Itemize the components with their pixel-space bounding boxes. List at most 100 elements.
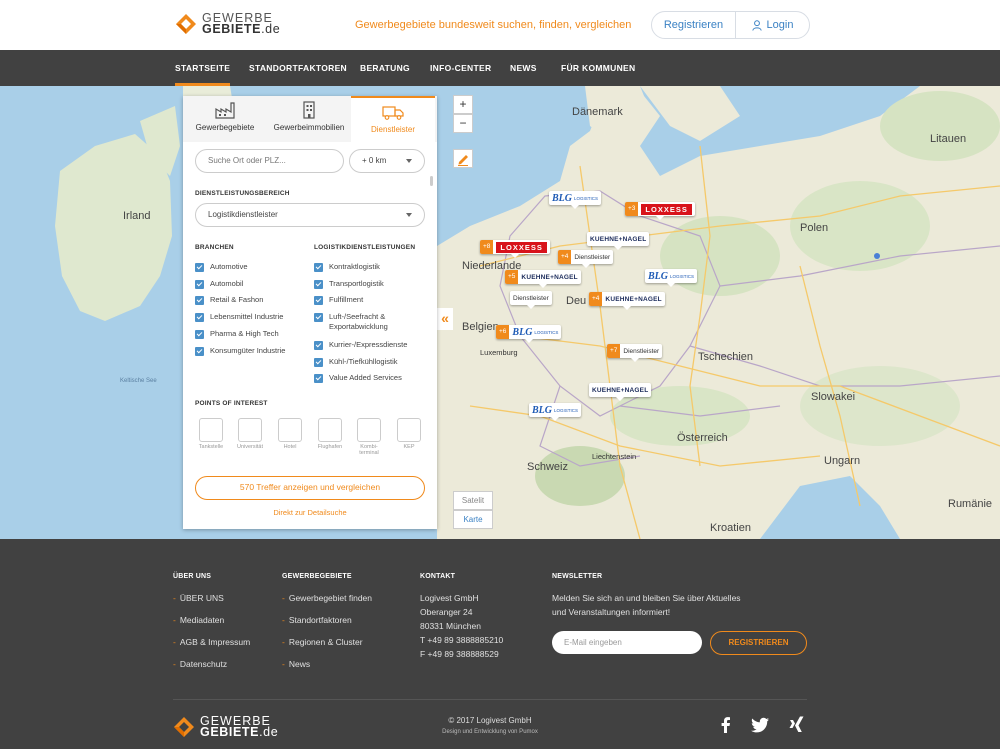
checkbox-retail[interactable]: Retail & Fashon <box>195 295 263 305</box>
nav-fuer-kommunen[interactable]: FÜR KOMMUNEN <box>561 50 635 86</box>
checkbox-automobil[interactable]: Automobil <box>195 279 243 289</box>
logo-word: GEBIETE <box>202 22 262 36</box>
twitter-icon[interactable] <box>750 715 770 735</box>
service-area-heading: DIENSTLEISTUNGSBEREICH <box>195 190 290 197</box>
country-irland: Irland <box>123 210 151 222</box>
blg-logo: BLG <box>532 404 552 416</box>
nav-news[interactable]: NEWS <box>510 50 537 86</box>
map-toggle[interactable]: Karte <box>453 510 493 529</box>
checkbox-transportlogistik[interactable]: Transportlogistik <box>314 279 384 289</box>
map-view[interactable]: Irland Dänemark Litauen Polen Niederland… <box>0 86 1000 539</box>
nav-beratung[interactable]: BERATUNG <box>360 50 410 86</box>
location-search-input[interactable]: Suche Ort oder PLZ... <box>195 149 344 173</box>
service-area-value: Logistikdienstleister <box>208 210 278 219</box>
map-marker[interactable]: +7 Dienstleister <box>607 344 663 362</box>
marker-count: +7 <box>607 344 621 358</box>
zoom-out-button[interactable]: − <box>453 114 473 133</box>
radius-select[interactable]: + 0 km <box>349 149 425 173</box>
contact-city: 80331 München <box>420 621 481 631</box>
tab-gewerbeimmobilien[interactable]: Gewerbeimmobilien <box>267 96 351 142</box>
footer-link-agb[interactable]: - AGB & Impressum <box>173 637 250 647</box>
checkbox-lebensmittel[interactable]: Lebensmittel Industrie <box>195 312 283 322</box>
tab-gewerbegebiete[interactable]: Gewerbegebiete <box>183 96 267 142</box>
blg-sub: LOGISTICS <box>554 407 579 413</box>
poi-tankstelle[interactable]: Tankstelle <box>197 418 225 450</box>
tab-dienstleister[interactable]: Dienstleister <box>351 96 435 142</box>
checkbox-value-added[interactable]: Value Added Services <box>314 373 402 383</box>
footer-logo[interactable]: GEWERBE GEBIETE.de <box>173 715 279 739</box>
map-marker[interactable]: BLG LOGISTICS <box>549 191 602 209</box>
checkbox-kontraktlogistik[interactable]: Kontraktlogistik <box>314 262 380 272</box>
map-marker[interactable]: +4 KUEHNE+NAGEL <box>589 292 665 310</box>
newsletter-register-button[interactable]: REGISTRIEREN <box>710 631 807 655</box>
map-marker[interactable]: KUEHNE+NAGEL <box>589 383 652 401</box>
site-logo[interactable]: GEWERBE GEBIETE.de <box>175 12 280 36</box>
poi-label: Flughafen <box>317 444 343 450</box>
map-marker[interactable]: +8 LOXXESS <box>480 240 550 258</box>
checkbox-automotive[interactable]: Automotive <box>195 262 248 272</box>
checkbox-luftfracht[interactable]: Luft-/Seefracht & Exportabwicklung <box>314 312 424 332</box>
poi-kombiterminal[interactable]: Kombi-terminal <box>355 418 383 456</box>
facebook-icon[interactable] <box>716 715 736 735</box>
collapse-panel-button[interactable]: « <box>437 308 453 330</box>
nav-info-center[interactable]: INFO-CENTER <box>430 50 491 86</box>
gas-station-icon <box>199 418 223 442</box>
nav-startseite[interactable]: STARTSEITE <box>175 50 231 86</box>
copyright: © 2017 Logivest GmbH <box>448 716 532 725</box>
map-marker[interactable]: +5 KUEHNE+NAGEL <box>505 270 581 288</box>
footer-link-regionen[interactable]: - Regionen & Cluster <box>282 637 363 647</box>
poi-flughafen[interactable]: Flughafen <box>316 418 344 450</box>
login-button[interactable]: Login <box>736 12 809 38</box>
poi-hotel[interactable]: Hotel <box>276 418 304 450</box>
map-marker[interactable]: +3 LOXXESS <box>625 202 695 220</box>
checkbox-pharma[interactable]: Pharma & High Tech <box>195 329 279 339</box>
map-marker[interactable]: KUEHNE+NAGEL <box>587 232 650 250</box>
poi-kep[interactable]: KEP <box>395 418 423 450</box>
checkbox-konsumgueter[interactable]: Konsumgüter Industrie <box>195 346 285 356</box>
design-credit[interactable]: Design und Entwicklung von Pumox <box>400 729 580 735</box>
country-deutschland: Deu <box>566 295 587 307</box>
newsletter-email-input[interactable]: E-Mail eingeben <box>552 631 702 654</box>
footer-link-gewerbegebiet-finden[interactable]: - Gewerbegebiet finden <box>282 593 372 603</box>
country-daenemark: Dänemark <box>572 106 623 118</box>
contact-phone[interactable]: T +49 89 3888885210 <box>420 635 503 645</box>
xing-icon[interactable] <box>787 715 807 735</box>
logo-mark-icon <box>176 14 196 34</box>
user-icon <box>751 19 762 31</box>
contact-company: Logivest GmbH <box>420 593 479 603</box>
show-results-button[interactable]: 570 Treffer anzeigen und vergleichen <box>195 476 425 500</box>
map-marker[interactable]: BLG LOGISTICS <box>529 403 582 421</box>
checkbox-fulfillment[interactable]: Fulfillment <box>314 295 363 305</box>
checkbox-label: Kontraktlogistik <box>329 262 380 271</box>
logo-line2: GEBIETE.de <box>200 725 279 739</box>
tab-label: Gewerbeimmobilien <box>273 123 345 132</box>
map-marker[interactable]: BLG LOGISTICS <box>645 269 698 287</box>
footer-link-mediadaten[interactable]: - Mediadaten <box>173 615 224 625</box>
checkbox-label: Automotive <box>210 262 248 271</box>
service-area-select[interactable]: Logistikdienstleister <box>195 203 425 227</box>
logo-tld: .de <box>259 725 279 739</box>
footer-link-ueber-uns[interactable]: - ÜBER UNS <box>173 593 224 603</box>
city-liechtenstein: Liechtenstein <box>592 452 637 461</box>
panel-scrollbar[interactable] <box>430 176 433 186</box>
map-marker[interactable]: +4 Dienstleister <box>558 250 614 268</box>
detail-search-link[interactable]: Direkt zur Detailsuche <box>183 508 437 517</box>
poi-label: Hotel <box>283 444 297 450</box>
map-marker[interactable]: +6 BLG LOGISTICS <box>496 325 562 343</box>
loxxess-logo: LOXXESS <box>496 241 547 253</box>
satellite-toggle[interactable]: Satelit <box>453 491 493 510</box>
checkbox-kurrier[interactable]: Kurrier-/Expressdienste <box>314 340 407 350</box>
zoom-in-button[interactable]: + <box>453 95 473 114</box>
poi-universitaet[interactable]: Universität <box>236 418 264 450</box>
footer-link-datenschutz[interactable]: - Datenschutz <box>173 659 227 669</box>
checkbox-kuehllogistik[interactable]: Kühl-/Tiefkühllogistik <box>314 357 398 367</box>
map-marker[interactable]: Dienstleister <box>510 291 552 309</box>
nav-standortfaktoren[interactable]: STANDORTFAKTOREN <box>249 50 347 86</box>
checkbox-checked-icon <box>314 280 323 289</box>
footer-link-standortfaktoren[interactable]: - Standortfaktoren <box>282 615 352 625</box>
kuehne-nagel-logo: KUEHNE+NAGEL <box>521 273 578 281</box>
draw-pen-button[interactable] <box>453 149 473 168</box>
register-button[interactable]: Registrieren <box>652 12 736 38</box>
checkbox-checked-icon <box>314 263 323 272</box>
footer-link-news[interactable]: - News <box>282 659 310 669</box>
